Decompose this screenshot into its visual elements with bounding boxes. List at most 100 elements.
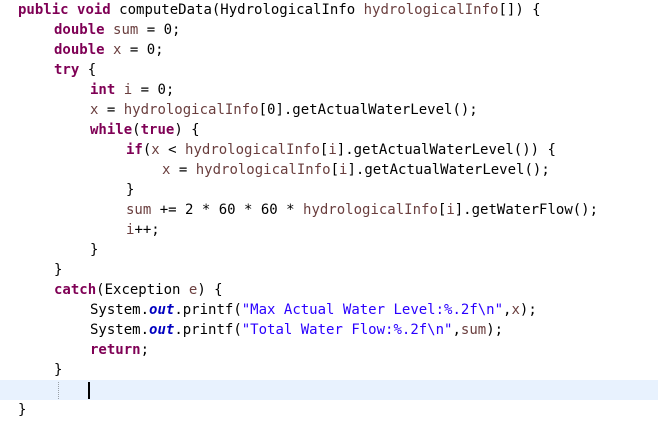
code-token: ].getActualWaterLevel()) {: [336, 142, 556, 158]
code-token: }: [126, 182, 135, 198]
code-token: public: [18, 2, 69, 18]
code-editor[interactable]: public void computeData(HydrologicalInfo…: [0, 0, 658, 430]
code-token: while: [90, 122, 133, 138]
code-line[interactable]: System.out.printf("Total Water Flow:%.2f…: [0, 320, 658, 340]
code-line[interactable]: double sum = 0;: [0, 20, 658, 40]
code-token: i: [123, 82, 133, 98]
code-line[interactable]: int i = 0;: [0, 80, 658, 100]
code-text: while(true) {: [90, 120, 200, 140]
code-text: catch(Exception e) {: [54, 280, 223, 300]
code-text: System.out.printf("Max Actual Water Leve…: [90, 300, 537, 320]
code-token: []) {: [498, 2, 541, 18]
code-line[interactable]: x = hydrologicalInfo[0].getActualWaterLe…: [0, 100, 658, 120]
code-token: );: [519, 302, 537, 318]
code-line[interactable]: try {: [0, 60, 658, 80]
code-text: }: [126, 180, 134, 200]
code-token: sum: [460, 322, 487, 338]
code-line[interactable]: return;: [0, 340, 658, 360]
code-token: sum: [126, 202, 152, 218]
code-token: ;: [140, 342, 150, 358]
code-token: System.: [90, 302, 150, 318]
code-token: .printf(: [174, 302, 242, 318]
code-text: double sum = 0;: [54, 20, 180, 40]
code-line[interactable]: System.out.printf("Max Actual Water Leve…: [0, 300, 658, 320]
code-line-current[interactable]: [0, 380, 658, 400]
code-token: += 2 * 60 * 60 *: [151, 202, 304, 218]
code-token: [: [330, 162, 340, 178]
code-token: ) {: [174, 122, 200, 138]
code-token: i: [328, 142, 337, 158]
code-token: "Total Water Flow:%.2f\n": [241, 322, 453, 338]
code-token: (Exception: [96, 282, 189, 298]
code-token: x: [151, 142, 160, 158]
code-token: = 0;: [138, 22, 181, 38]
code-line[interactable]: while(true) {: [0, 120, 658, 140]
code-token: hydrologicalInfo: [303, 202, 438, 218]
code-line[interactable]: }: [0, 360, 658, 380]
code-token: <: [159, 142, 186, 158]
code-text: System.out.printf("Total Water Flow:%.2f…: [90, 320, 503, 340]
code-line[interactable]: i++;: [0, 220, 658, 240]
code-token: );: [486, 322, 504, 338]
code-line[interactable]: }: [0, 400, 658, 420]
code-text: i++;: [126, 220, 160, 240]
code-token: sum: [113, 22, 139, 38]
code-text: x = hydrologicalInfo[i].getActualWaterLe…: [162, 160, 550, 180]
code-text: }: [90, 240, 98, 260]
code-token: true: [140, 122, 175, 138]
code-token: computeData(HydrologicalInfo: [110, 2, 364, 18]
code-token: if: [126, 142, 143, 158]
code-text: int i = 0;: [90, 80, 174, 100]
code-token: {: [79, 62, 97, 78]
code-token: = 0;: [121, 42, 164, 58]
code-token: out: [149, 302, 175, 318]
code-line[interactable]: x = hydrologicalInfo[i].getActualWaterLe…: [0, 160, 658, 180]
code-text: if(x < hydrologicalInfo[i].getActualWate…: [126, 140, 556, 160]
code-token: hydrologicalInfo: [195, 162, 331, 178]
code-token: catch: [54, 282, 97, 298]
code-token: ,: [452, 322, 461, 338]
code-token: double: [54, 22, 105, 38]
code-text: public void computeData(HydrologicalInfo…: [18, 0, 541, 20]
code-token: =: [98, 102, 124, 118]
code-token: void: [77, 2, 111, 18]
code-text: sum += 2 * 60 * 60 * hydrologicalInfo[i]…: [126, 200, 598, 220]
code-token: hydrologicalInfo: [185, 142, 320, 158]
code-line[interactable]: double x = 0;: [0, 40, 658, 60]
code-token: (: [132, 122, 141, 138]
code-token: }: [54, 362, 63, 378]
code-token: System.: [90, 322, 150, 338]
code-token: hydrologicalInfo: [123, 102, 259, 118]
code-text: }: [54, 360, 62, 380]
code-token: "Max Actual Water Level:%.2f\n": [241, 302, 504, 318]
code-token: double: [54, 42, 105, 58]
code-token: [0].getActualWaterLevel();: [258, 102, 478, 118]
code-line[interactable]: }: [0, 180, 658, 200]
code-token: ].getWaterFlow();: [454, 202, 599, 218]
code-text: }: [18, 400, 26, 420]
code-line[interactable]: if(x < hydrologicalInfo[i].getActualWate…: [0, 140, 658, 160]
code-text: try {: [54, 60, 96, 80]
code-token: .printf(: [174, 322, 242, 338]
code-line[interactable]: catch(Exception e) {: [0, 280, 658, 300]
code-text: double x = 0;: [54, 40, 164, 60]
code-token: int: [90, 82, 116, 98]
code-line[interactable]: sum += 2 * 60 * 60 * hydrologicalInfo[i]…: [0, 200, 658, 220]
code-line[interactable]: public void computeData(HydrologicalInfo…: [0, 0, 658, 20]
code-token: return: [90, 342, 141, 358]
code-line[interactable]: }: [0, 240, 658, 260]
code-text: return;: [90, 340, 149, 360]
code-token: ++;: [134, 222, 160, 238]
code-text: }: [54, 260, 62, 280]
code-line[interactable]: }: [0, 260, 658, 280]
code-token: }: [90, 242, 99, 258]
code-token: ) {: [197, 282, 223, 298]
code-token: ].getActualWaterLevel();: [347, 162, 550, 178]
code-token: = 0;: [132, 82, 175, 98]
text-caret: [88, 382, 90, 399]
code-token: x: [511, 302, 520, 318]
